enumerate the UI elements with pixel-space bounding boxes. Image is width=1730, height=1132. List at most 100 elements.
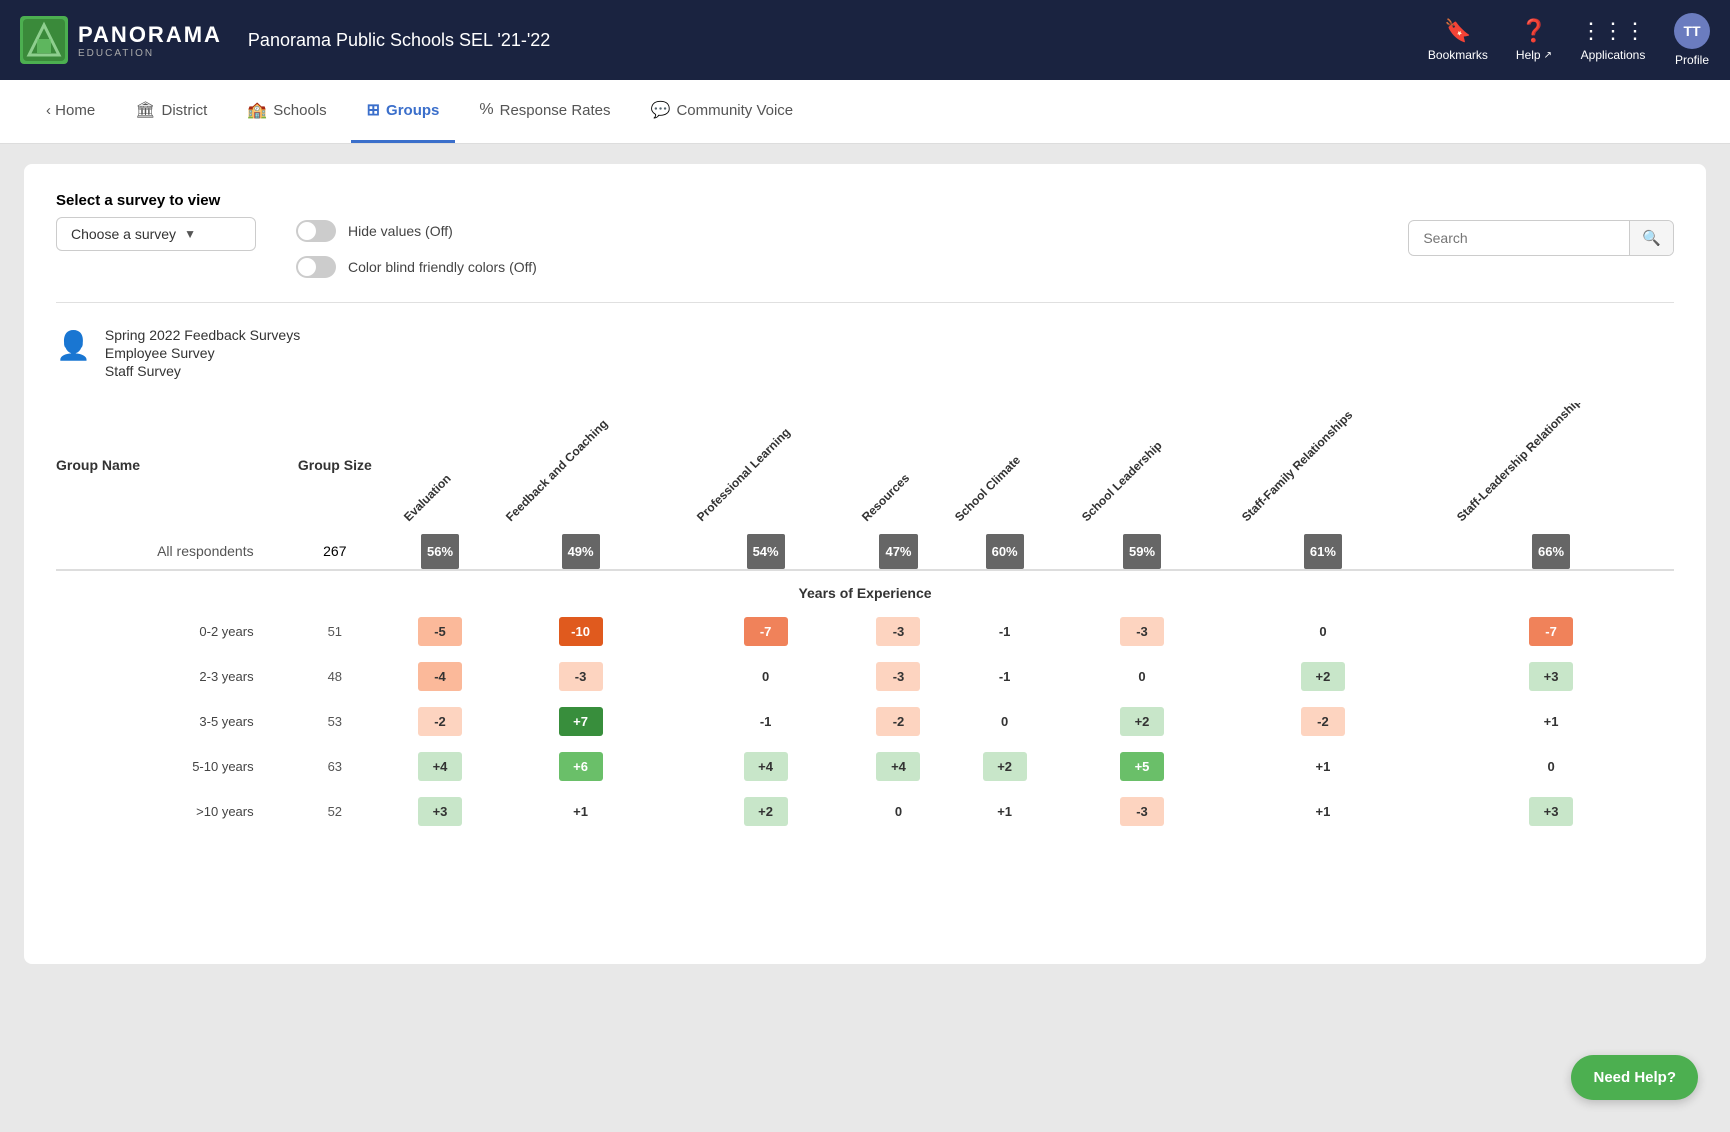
col-header-professional: Professional Learning	[677, 403, 854, 533]
grid-icon: ⋮⋮⋮	[1580, 18, 1646, 44]
secondary-nav: ‹ Home 🏛 District 🏫 Schools ⊞ Groups % R…	[0, 80, 1730, 144]
table-row: 0-2 years 51 -5 -10 -7 -3 -1 -3 0 -7	[56, 609, 1674, 654]
survey-dropdown-text: Choose a survey	[71, 226, 176, 242]
cell-0-2-4: -1	[943, 609, 1066, 654]
search-input[interactable]	[1409, 222, 1629, 254]
help-nav-item[interactable]: ❓ Help ↗	[1516, 18, 1552, 62]
nav-schools[interactable]: 🏫 Schools	[231, 80, 342, 143]
survey-dropdown[interactable]: Choose a survey ▼	[56, 217, 256, 251]
data-table-wrap: Group Name Group Size Evaluation Feedbac…	[56, 403, 1674, 834]
nav-home[interactable]: ‹ Home	[30, 80, 111, 143]
cell-3-5-6: -2	[1218, 699, 1428, 744]
row-name-2-3: 2-3 years	[56, 654, 274, 699]
cell-5-10-7: 0	[1428, 744, 1674, 789]
cell-2-3-3: -3	[854, 654, 943, 699]
cell-0-2-2: -7	[677, 609, 854, 654]
cell-5-10-3: +4	[854, 744, 943, 789]
bookmark-icon: 🔖	[1444, 18, 1471, 44]
all-respondents-v3: 47%	[854, 533, 943, 570]
community-voice-icon: 💬	[651, 100, 671, 120]
applications-nav-item[interactable]: ⋮⋮⋮ Applications	[1580, 18, 1646, 62]
search-area: 🔍	[1408, 192, 1674, 256]
cell-10p-0: +3	[396, 789, 484, 834]
brand-sub: EDUCATION	[78, 48, 222, 59]
nav-community-voice[interactable]: 💬 Community Voice	[635, 80, 810, 143]
main-wrapper: Select a survey to view Choose a survey …	[0, 144, 1730, 984]
cell-0-2-5: -3	[1066, 609, 1217, 654]
groups-label: Groups	[386, 102, 439, 119]
bookmarks-label: Bookmarks	[1428, 48, 1488, 62]
cell-2-3-0: -4	[396, 654, 484, 699]
cell-5-10-0: +4	[396, 744, 484, 789]
all-respondents-v5: 59%	[1066, 533, 1217, 570]
avatar: TT	[1674, 13, 1710, 49]
survey-line3: Staff Survey	[105, 363, 300, 379]
home-label: ‹ Home	[46, 102, 95, 119]
response-rates-icon: %	[479, 101, 493, 119]
community-voice-label: Community Voice	[676, 102, 793, 119]
person-icon: 👤	[56, 329, 91, 362]
col-header-staff-family: Staff-Family Relationships	[1218, 403, 1428, 533]
hide-values-label: Hide values (Off)	[348, 223, 453, 239]
hide-values-toggle-row: Hide values (Off)	[296, 220, 1368, 242]
color-blind-label: Color blind friendly colors (Off)	[348, 259, 537, 275]
color-blind-toggle[interactable]	[296, 256, 336, 278]
logo-icon	[20, 16, 68, 64]
school-title: Panorama Public Schools SEL '21-'22	[248, 30, 550, 51]
row-name-3-5: 3-5 years	[56, 699, 274, 744]
survey-selector: Select a survey to view Choose a survey …	[56, 192, 256, 251]
cell-10p-2: +2	[677, 789, 854, 834]
hide-values-toggle[interactable]	[296, 220, 336, 242]
survey-line2: Employee Survey	[105, 345, 300, 361]
cell-2-3-1: -3	[484, 654, 677, 699]
divider	[56, 302, 1674, 303]
survey-info-text: Spring 2022 Feedback Surveys Employee Su…	[105, 327, 300, 379]
cell-2-3-2: 0	[677, 654, 854, 699]
need-help-button[interactable]: Need Help?	[1571, 1055, 1698, 1100]
cell-5-10-2: +4	[677, 744, 854, 789]
cell-10p-6: +1	[1218, 789, 1428, 834]
row-size-10plus: 52	[274, 789, 396, 834]
all-respondents-v1: 49%	[484, 533, 677, 570]
nav-groups[interactable]: ⊞ Groups	[351, 80, 456, 143]
nav-actions: 🔖 Bookmarks ❓ Help ↗ ⋮⋮⋮ Applications TT…	[1428, 13, 1710, 67]
bookmarks-nav-item[interactable]: 🔖 Bookmarks	[1428, 18, 1488, 62]
col-header-resources: Resources	[854, 403, 943, 533]
cell-3-5-2: -1	[677, 699, 854, 744]
nav-response-rates[interactable]: % Response Rates	[463, 80, 626, 143]
cell-5-10-4: +2	[943, 744, 1066, 789]
all-respondents-name: All respondents	[56, 533, 274, 570]
row-size-0-2: 51	[274, 609, 396, 654]
table-header-row: Group Name Group Size Evaluation Feedbac…	[56, 403, 1674, 533]
cell-0-2-1: -10	[484, 609, 677, 654]
cell-2-3-7: +3	[1428, 654, 1674, 699]
survey-line1: Spring 2022 Feedback Surveys	[105, 327, 300, 343]
cell-10p-1: +1	[484, 789, 677, 834]
search-button[interactable]: 🔍	[1629, 221, 1673, 255]
search-icon: 🔍	[1642, 230, 1661, 247]
cell-3-5-1: +7	[484, 699, 677, 744]
logo-area: PANORAMA EDUCATION Panorama Public Schoo…	[20, 16, 1412, 64]
section-header-row: Years of Experience	[56, 570, 1674, 609]
cell-3-5-4: 0	[943, 699, 1066, 744]
response-rates-label: Response Rates	[500, 102, 611, 119]
color-blind-toggle-row: Color blind friendly colors (Off)	[296, 256, 1368, 278]
cell-3-5-0: -2	[396, 699, 484, 744]
help-label: Help ↗	[1516, 48, 1552, 62]
col-header-evaluation: Evaluation	[396, 403, 484, 533]
help-icon: ❓	[1520, 18, 1547, 44]
nav-district[interactable]: 🏛 District	[119, 80, 223, 143]
cell-0-2-6: 0	[1218, 609, 1428, 654]
cell-2-3-4: -1	[943, 654, 1066, 699]
all-respondents-v2: 54%	[677, 533, 854, 570]
table-row: >10 years 52 +3 +1 +2 0 +1 -3 +1 +3	[56, 789, 1674, 834]
row-all-respondents: All respondents 267 56% 49% 54% 47% 60% …	[56, 533, 1674, 570]
table-row: 3-5 years 53 -2 +7 -1 -2 0 +2 -2 +1	[56, 699, 1674, 744]
cell-5-10-6: +1	[1218, 744, 1428, 789]
profile-nav-item[interactable]: TT Profile	[1674, 13, 1710, 67]
groups-icon: ⊞	[367, 100, 380, 120]
controls-row: Select a survey to view Choose a survey …	[56, 192, 1674, 278]
applications-label: Applications	[1581, 48, 1646, 62]
cell-10p-5: -3	[1066, 789, 1217, 834]
cell-10p-3: 0	[854, 789, 943, 834]
